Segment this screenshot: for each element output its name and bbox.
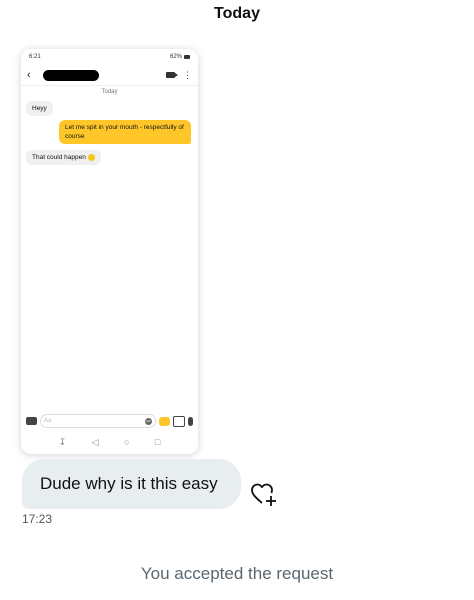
message-text: Let me spit in your mouth - respectfully… [65,124,184,140]
microphone-icon [188,416,193,426]
message-input: Aa GIF [40,414,156,428]
system-nav-bar: ↧ ◁ ○ □ [21,435,198,449]
battery-icon [184,55,190,59]
nav-home-icon: ○ [123,437,130,447]
video-call-icon [166,72,178,78]
status-battery: 62% [169,54,182,60]
nav-down-icon: ↧ [58,436,67,447]
smiling-emoji-icon [87,153,95,161]
nav-back-icon: ◁ [91,436,99,447]
message-text: Heyy [32,105,47,112]
day-separator: Today [101,89,118,95]
camera-icon [26,417,37,425]
gif-icon: GIF [145,417,152,425]
page-title: Today [214,5,260,22]
message-timestamp: 17:23 [22,512,53,526]
status-icons: 62% [170,54,190,60]
question-game-icon [159,416,170,426]
input-placeholder: Aa [44,418,52,424]
status-time: 6:21 [29,54,41,60]
more-options-icon: ⋮ [183,69,192,80]
message-bubble: That could happen [26,150,101,165]
message-bubble: Heyy [26,101,53,116]
chat-header: ‹ ⋮ [21,65,198,86]
message-text: That could happen [32,154,86,161]
message-bubble[interactable]: Dude why is it this easy [22,459,241,509]
composer-bar: Aa GIF [21,412,198,430]
redacted-name [43,69,99,81]
add-media-icon [173,415,185,427]
request-accepted-notice: You accepted the request [140,564,334,583]
screenshot-image[interactable]: 6:21 62% ‹ ⋮ Today Heyy Let me spit in y… [21,49,198,454]
message-bubble: Let me spit in your mouth - respectfully… [59,120,191,144]
back-arrow-icon: ‹ [27,69,31,81]
status-bar: 6:21 62% [21,49,198,65]
heart-plus-icon[interactable] [251,483,277,507]
message-text: Dude why is it this easy [40,474,218,493]
nav-recents-icon: □ [154,437,161,447]
